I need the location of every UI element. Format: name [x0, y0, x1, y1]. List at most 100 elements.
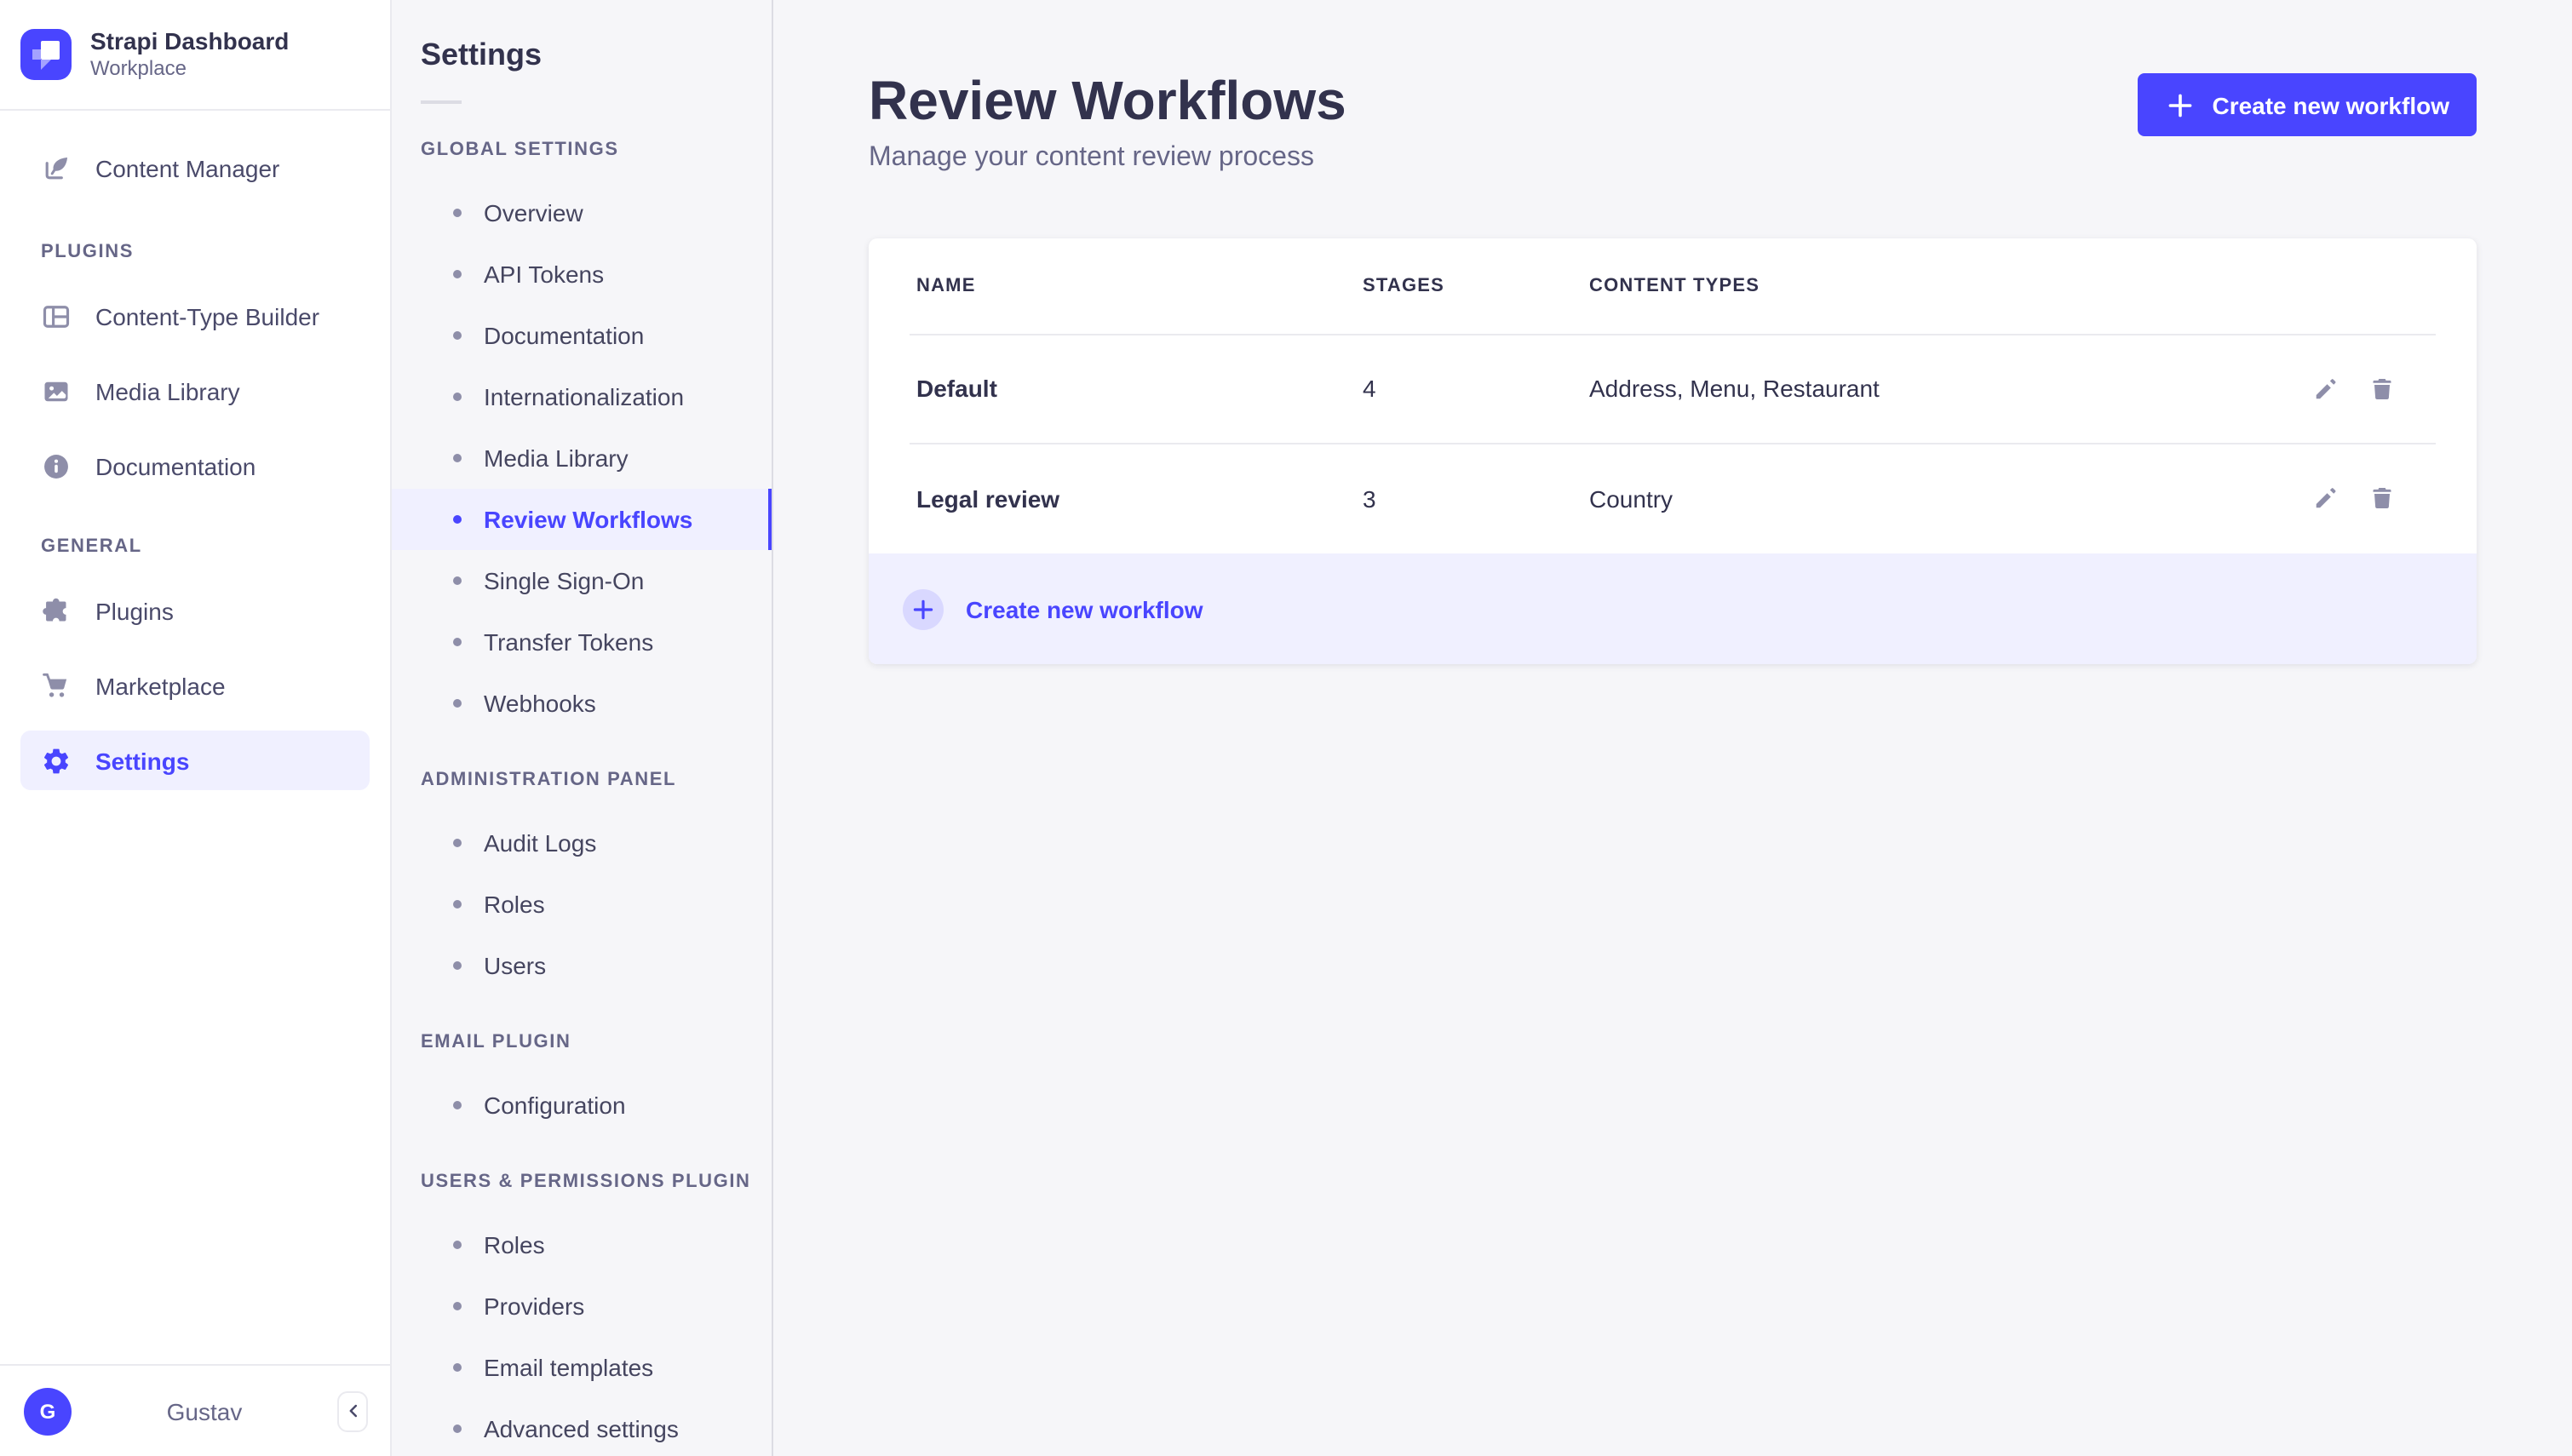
sidebar-item-media-library[interactable]: Media Library: [20, 361, 370, 421]
layout-icon: [41, 301, 72, 331]
sidebar-item-documentation[interactable]: Documentation: [20, 436, 370, 496]
create-new-workflow-button[interactable]: Create new workflow: [2137, 73, 2477, 136]
cart-icon: [41, 670, 72, 701]
subnav-item-email-templates[interactable]: Email templates: [392, 1337, 772, 1398]
settings-subnav: Settings GLOBAL SETTINGS Overview API To…: [392, 0, 773, 1456]
subnav-item-label: Media Library: [484, 444, 629, 472]
subnav-section-administration-panel: ADMINISTRATION PANEL Audit Logs Roles Us…: [392, 768, 772, 996]
subnav-item-label: Audit Logs: [484, 829, 597, 857]
bullet-icon: [453, 638, 462, 646]
column-header-stages: STAGES: [1363, 276, 1445, 296]
subnav-item-label: Transfer Tokens: [484, 628, 654, 656]
sidebar-nav: Content Manager PLUGINS Content-Type Bui…: [0, 138, 390, 790]
bullet-icon: [453, 454, 462, 462]
subnav-item-label: Overview: [484, 199, 583, 226]
bullet-icon: [453, 515, 462, 524]
create-workflow-footer-button[interactable]: Create new workflow: [869, 553, 2477, 664]
column-header-content-types: CONTENT TYPES: [1589, 276, 1760, 296]
subnav-item-configuration[interactable]: Configuration: [392, 1075, 772, 1136]
subnav-section-label: ADMINISTRATION PANEL: [421, 770, 677, 790]
subnav-divider: [421, 100, 462, 104]
user-name: Gustav: [166, 1397, 243, 1424]
create-workflow-footer-label: Create new workflow: [966, 595, 1203, 622]
subnav-item-roles-admin[interactable]: Roles: [392, 874, 772, 935]
delete-workflow-button[interactable]: [2369, 485, 2395, 511]
sidebar-item-label: Marketplace: [95, 672, 226, 699]
subnav-item-api-tokens[interactable]: API Tokens: [392, 244, 772, 305]
subnav-item-advanced-settings[interactable]: Advanced settings: [392, 1398, 772, 1456]
main-content: Review Workflows Manage your content rev…: [773, 0, 2572, 1456]
subnav-item-single-sign-on[interactable]: Single Sign-On: [392, 550, 772, 611]
subnav-item-label: Documentation: [484, 322, 645, 349]
subnav-item-label: Configuration: [484, 1092, 626, 1119]
row-actions: [2242, 375, 2429, 401]
sidebar-item-label: Content-Type Builder: [95, 302, 320, 330]
collapse-sidebar-button[interactable]: [337, 1390, 368, 1431]
subnav-item-label: Email templates: [484, 1354, 654, 1381]
subnav-item-internationalization[interactable]: Internationalization: [392, 366, 772, 427]
chevron-left-icon: [343, 1402, 362, 1420]
subnav-section-email-plugin: EMAIL PLUGIN Configuration: [392, 1030, 772, 1136]
subnav-item-label: Webhooks: [484, 690, 596, 717]
subnav-title: Settings: [421, 37, 543, 72]
workflow-name: Default: [916, 375, 997, 402]
sidebar-item-plugins[interactable]: Plugins: [20, 581, 370, 640]
sidebar-item-label: Plugins: [95, 597, 174, 624]
pencil-icon: [2313, 485, 2339, 511]
sidebar-item-label: Content Manager: [95, 154, 280, 181]
table-row-default[interactable]: Default 4 Address, Menu, Restaurant: [869, 334, 2477, 443]
bullet-icon: [453, 699, 462, 708]
workflow-name: Legal review: [916, 484, 1060, 512]
sidebar-item-content-type-builder[interactable]: Content-Type Builder: [20, 286, 370, 346]
edit-workflow-button[interactable]: [2313, 375, 2339, 401]
subnav-item-label: Internationalization: [484, 383, 685, 410]
sidebar-item-label: Documentation: [95, 452, 256, 479]
subnav-item-users[interactable]: Users: [392, 935, 772, 996]
subnav-item-label: Providers: [484, 1293, 585, 1320]
subnav-item-label: Single Sign-On: [484, 567, 645, 594]
subnav-item-documentation[interactable]: Documentation: [392, 305, 772, 366]
subnav-item-webhooks[interactable]: Webhooks: [392, 673, 772, 734]
user-area: G Gustav: [0, 1364, 392, 1456]
info-circle-icon: [41, 450, 72, 481]
sidebar-item-content-manager[interactable]: Content Manager: [20, 138, 370, 198]
subnav-item-audit-logs[interactable]: Audit Logs: [392, 812, 772, 874]
table-header-row: NAME STAGES CONTENT TYPES: [869, 238, 2477, 334]
trash-icon: [2369, 485, 2395, 511]
subnav-section-global-settings: GLOBAL SETTINGS Overview API Tokens Docu…: [392, 138, 772, 734]
row-divider: [910, 443, 2436, 444]
subnav-item-label: API Tokens: [484, 261, 605, 288]
bullet-icon: [453, 331, 462, 340]
subnav-item-transfer-tokens[interactable]: Transfer Tokens: [392, 611, 772, 673]
sidebar-item-marketplace[interactable]: Marketplace: [20, 656, 370, 715]
bullet-icon: [453, 1424, 462, 1433]
bullet-icon: [453, 839, 462, 847]
workflow-content-types: Country: [1589, 484, 1674, 512]
plus-icon: [2164, 89, 2195, 120]
delete-workflow-button[interactable]: [2369, 375, 2395, 401]
subnav-section-label: USERS & PERMISSIONS PLUGIN: [421, 1172, 751, 1192]
subnav-item-media-library[interactable]: Media Library: [392, 427, 772, 489]
table-row-legal-review[interactable]: Legal review 3 Country: [869, 443, 2477, 553]
bullet-icon: [453, 393, 462, 401]
sidebar-section-plugins: PLUGINS: [41, 242, 134, 262]
edit-workflow-button[interactable]: [2313, 485, 2339, 511]
brand-subtitle: Workplace: [90, 56, 187, 80]
column-header-name: NAME: [916, 276, 976, 296]
subnav-item-overview[interactable]: Overview: [392, 182, 772, 244]
bullet-icon: [453, 1101, 462, 1109]
bullet-icon: [453, 270, 462, 278]
subnav-item-roles-up[interactable]: Roles: [392, 1214, 772, 1275]
workflow-stages: 4: [1363, 375, 1376, 402]
sidebar-item-label: Settings: [95, 747, 190, 774]
create-new-workflow-button-label: Create new workflow: [2212, 91, 2449, 118]
app-root: Strapi Dashboard Workplace Content Manag…: [0, 0, 2572, 1456]
avatar[interactable]: G: [24, 1387, 72, 1435]
subnav-item-providers[interactable]: Providers: [392, 1275, 772, 1337]
puzzle-icon: [41, 595, 72, 626]
sidebar-item-settings[interactable]: Settings: [20, 731, 370, 790]
row-actions: [2242, 485, 2429, 511]
subnav-item-label: Advanced settings: [484, 1415, 679, 1442]
strapi-logo-icon: [20, 29, 72, 80]
subnav-item-review-workflows[interactable]: Review Workflows: [392, 489, 772, 550]
